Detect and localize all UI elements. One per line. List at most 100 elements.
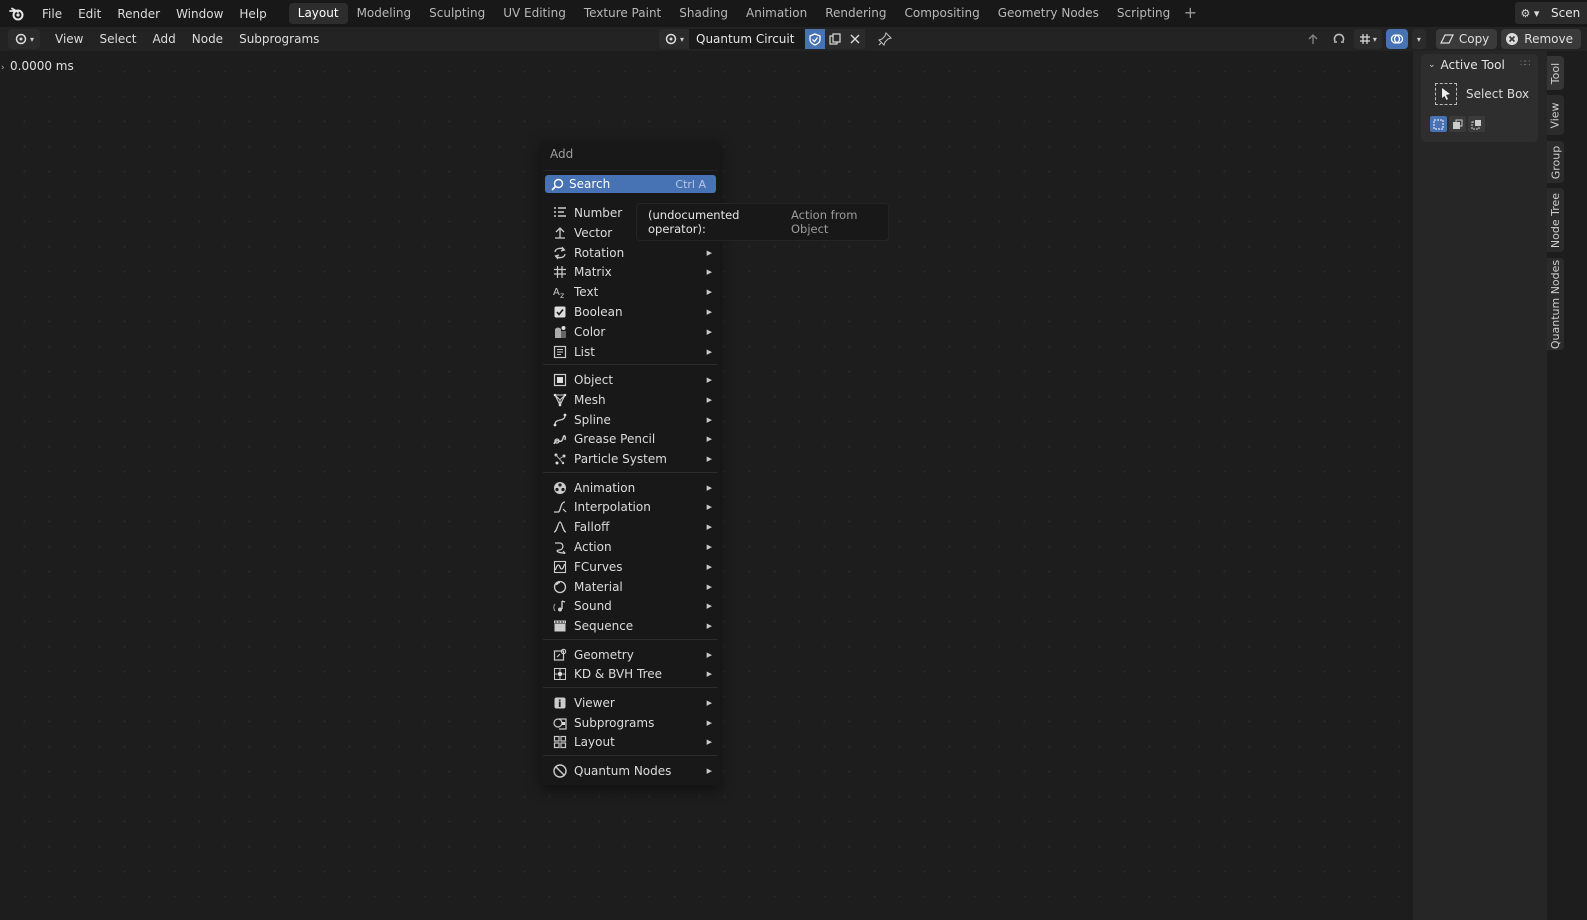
menu-file[interactable]: File <box>34 3 70 25</box>
menu-item-viewer[interactable]: i Viewer ▶ <box>548 693 716 713</box>
overlay-dropdown-icon[interactable]: ▾ <box>1411 29 1426 49</box>
menu-item-subprograms[interactable]: Subprograms ▶ <box>548 713 716 733</box>
menu-item-layout[interactable]: Layout ▶ <box>548 732 716 752</box>
close-icon[interactable] <box>845 29 865 49</box>
tab-geometry-nodes[interactable]: Geometry Nodes <box>989 3 1108 24</box>
node-tree-selector: ▾ Quantum Circuit <box>659 29 897 49</box>
parent-node-tree-icon[interactable] <box>1302 29 1324 49</box>
pin-icon[interactable] <box>873 29 897 49</box>
header-menu-view[interactable]: View <box>48 29 90 49</box>
submenu-arrow-icon: ▶ <box>706 582 712 591</box>
menu-item-label: Falloff <box>574 520 610 535</box>
tab-shading[interactable]: Shading <box>670 3 737 24</box>
add-workspace-button[interactable]: + <box>1179 3 1201 24</box>
menu-item-particle-system[interactable]: Particle System ▶ <box>548 449 716 469</box>
tab-uv-editing[interactable]: UV Editing <box>494 3 575 24</box>
copy-button[interactable]: Copy <box>1435 29 1498 49</box>
menu-window[interactable]: Window <box>168 3 231 25</box>
action-icon <box>548 537 572 557</box>
header-menu-select[interactable]: Select <box>92 29 143 49</box>
header-menu-add[interactable]: Add <box>146 29 183 49</box>
sidebar-tab-view[interactable]: View <box>1547 95 1564 135</box>
menu-item-list[interactable]: List ▶ <box>548 342 716 362</box>
menu-render[interactable]: Render <box>109 3 168 25</box>
menu-item-label: Grease Pencil <box>574 432 656 447</box>
tab-modeling[interactable]: Modeling <box>348 3 421 24</box>
remove-x-circle-icon <box>1506 33 1519 45</box>
menu-item-color[interactable]: Color ▶ <box>548 322 716 342</box>
panel-drag-handle-icon[interactable]: ∷∷ <box>1520 59 1531 69</box>
expand-arrow-icon[interactable]: › <box>1 63 5 73</box>
scene-name[interactable]: Scen <box>1545 2 1587 24</box>
tab-sculpting[interactable]: Sculpting <box>420 3 494 24</box>
sidebar <box>1413 51 1547 920</box>
tab-compositing[interactable]: Compositing <box>895 3 988 24</box>
overlay-icon[interactable] <box>1385 29 1408 49</box>
sidebar-tab-quantum-nodes[interactable]: Quantum Nodes <box>1547 258 1564 350</box>
menu-edit[interactable]: Edit <box>70 3 109 25</box>
menu-item-label: Viewer <box>574 695 615 710</box>
select-box-icon[interactable] <box>1435 83 1457 105</box>
snap-element-grid-icon[interactable]: ▾ <box>1353 29 1382 49</box>
menu-item-spline[interactable]: Spline ▶ <box>548 410 716 430</box>
search-icon <box>545 178 569 191</box>
top-bar: File Edit Render Window Help Layout Modeling S… <box>0 0 1587 27</box>
menu-item-text[interactable]: Az Text ▶ <box>548 282 716 302</box>
menu-item-label: Sound <box>574 599 612 614</box>
header-menu-node[interactable]: Node <box>185 29 230 49</box>
menu-item-fcurves[interactable]: FCurves ▶ <box>548 557 716 577</box>
menu-item-object[interactable]: Object ▶ <box>548 370 716 390</box>
menu-item-label: Object <box>574 373 614 387</box>
add-menu-search[interactable]: Search Ctrl A <box>545 175 716 193</box>
mode-set-icon[interactable] <box>1430 116 1447 132</box>
blender-logo-icon[interactable] <box>0 0 34 27</box>
menu-item-kd-bvh-tree[interactable]: KD & BVH Tree ▶ <box>548 664 716 684</box>
scene-selector[interactable]: ⚙ ▾ Scen <box>1515 2 1587 24</box>
tab-rendering[interactable]: Rendering <box>816 3 895 24</box>
header-menu-subprograms[interactable]: Subprograms <box>232 29 326 49</box>
fake-user-shield-icon[interactable] <box>805 29 825 49</box>
tab-layout[interactable]: Layout <box>288 3 348 24</box>
svg-text:A: A <box>553 287 560 298</box>
menu-item-sound[interactable]: Sound ▶ <box>548 596 716 616</box>
menu-item-label: Sequence <box>574 619 634 634</box>
node-tree-name-field[interactable]: Quantum Circuit <box>689 29 805 49</box>
mode-extend-icon[interactable] <box>1449 116 1466 132</box>
tooltip: (undocumented operator): Action from Obj… <box>636 203 889 241</box>
menu-item-animation[interactable]: Animation ▶ <box>548 478 716 498</box>
menu-item-interpolation[interactable]: Interpolation ▶ <box>548 497 716 517</box>
menu-item-boolean[interactable]: Boolean ▶ <box>548 302 716 322</box>
text-icon: Az <box>548 282 572 302</box>
sidebar-tab-group[interactable]: Group <box>1547 141 1564 183</box>
active-tool-panel-header[interactable]: ⌄ Active Tool <box>1428 57 1505 73</box>
tab-animation[interactable]: Animation <box>737 3 816 24</box>
editor-type-button[interactable]: ▾ <box>8 29 40 49</box>
menu-item-grease-pencil[interactable]: Grease Pencil ▶ <box>548 429 716 449</box>
node-tree-type-button[interactable]: ▾ <box>659 29 689 49</box>
menu-item-falloff[interactable]: Falloff ▶ <box>548 517 716 537</box>
remove-button[interactable]: Remove <box>1501 29 1581 49</box>
object-icon <box>548 370 572 390</box>
menu-item-sequence[interactable]: Sequence ▶ <box>548 616 716 636</box>
active-tool-row[interactable]: Select Box <box>1435 83 1529 105</box>
menu-item-quantum-nodes[interactable]: Quantum Nodes ▶ <box>548 761 716 781</box>
duplicate-icon[interactable] <box>825 29 845 49</box>
region-gutter <box>1566 51 1587 920</box>
grease-pencil-icon <box>548 429 572 449</box>
tab-scripting[interactable]: Scripting <box>1108 3 1179 24</box>
menu-help[interactable]: Help <box>231 3 274 25</box>
sidebar-tab-tool[interactable]: Tool <box>1547 56 1564 90</box>
menu-item-mesh[interactable]: Mesh ▶ <box>548 390 716 410</box>
search-shortcut: Ctrl A <box>675 177 706 191</box>
snap-icon[interactable] <box>1328 29 1350 49</box>
menu-item-rotation[interactable]: Rotation ▶ <box>548 243 716 263</box>
menu-item-material[interactable]: Material ▶ <box>548 577 716 597</box>
mode-subtract-icon[interactable] <box>1468 116 1485 132</box>
menu-item-matrix[interactable]: Matrix ▶ <box>548 262 716 282</box>
tab-texture-paint[interactable]: Texture Paint <box>575 3 670 24</box>
menu-item-geometry[interactable]: Geometry ▶ <box>548 645 716 665</box>
checkbox-icon <box>548 302 572 322</box>
menu-item-action[interactable]: Action ▶ <box>548 537 716 557</box>
scene-icon[interactable]: ⚙ ▾ <box>1515 2 1545 24</box>
sidebar-tab-node-tree[interactable]: Node Tree <box>1547 188 1564 252</box>
